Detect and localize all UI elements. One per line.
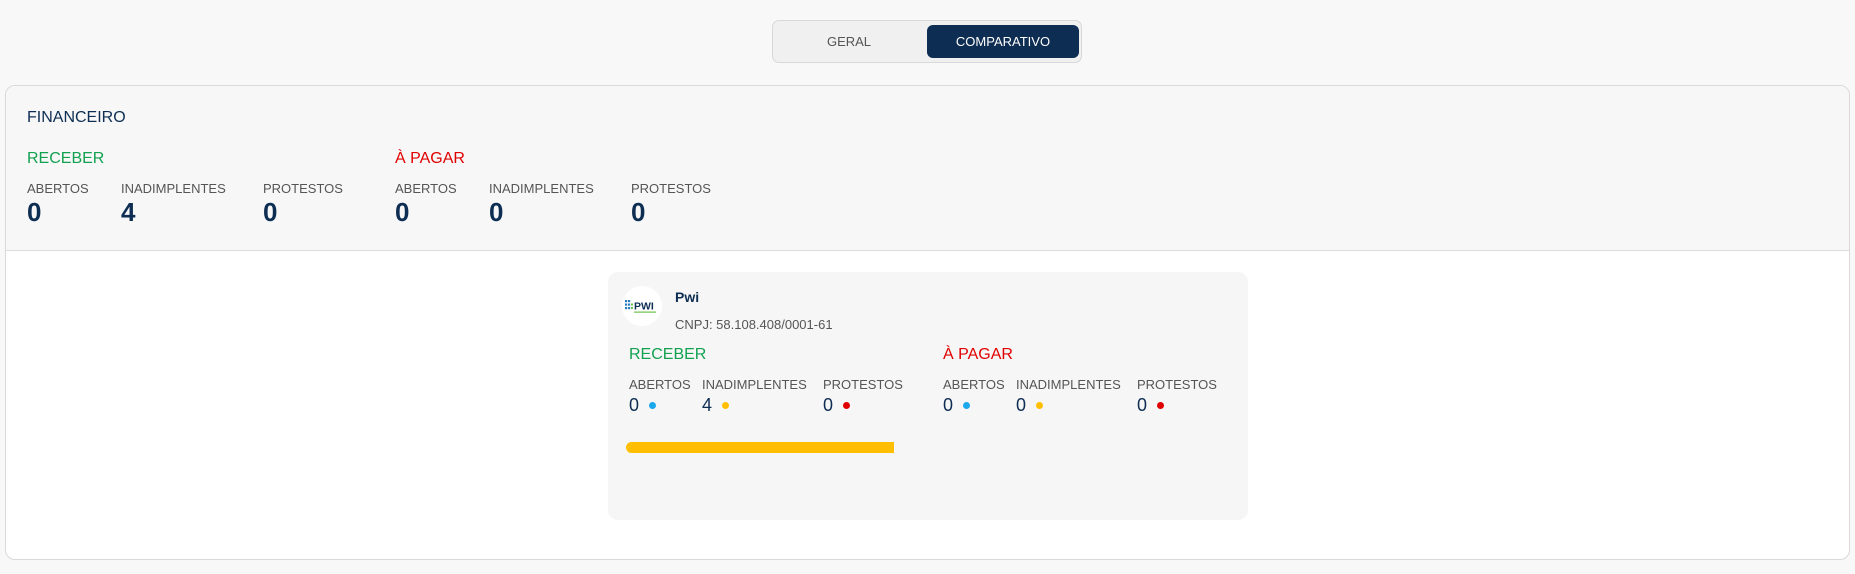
pagar-protestos: PROTESTOS 0 [631, 181, 711, 228]
stat-value: 0 [395, 197, 410, 227]
card-pagar-label: À PAGAR [943, 346, 1013, 363]
stat-value: 4 [121, 197, 136, 227]
pagar-label: À PAGAR [395, 150, 465, 167]
stat-value: 0 [1137, 395, 1148, 415]
receber-label: RECEBER [27, 150, 105, 167]
stat-label: INADIMPLENTES [121, 181, 226, 196]
card-receber-inadimplentes: INADIMPLENTES 4 [702, 377, 807, 416]
tab-geral[interactable]: GERAL [777, 25, 921, 58]
stat-value: 0 [631, 197, 646, 227]
receber-progress-fill [626, 442, 894, 453]
stat-label: ABERTOS [395, 181, 457, 196]
stat-value: 4 [702, 395, 713, 415]
view-toggle: GERAL COMPARATIVO [772, 20, 1082, 63]
protestos-dot-icon [1157, 402, 1165, 409]
stat-label: PROTESTOS [631, 181, 711, 196]
stat-label: PROTESTOS [263, 181, 343, 196]
stat-label: INADIMPLENTES [1016, 377, 1121, 392]
stat-value: 0 [1016, 395, 1027, 415]
company-logo: PWI [622, 286, 662, 326]
financeiro-summary: FINANCEIRO RECEBER ABERTOS 0 INADIMPLENT… [6, 86, 1849, 251]
tab-comparativo[interactable]: COMPARATIVO [927, 25, 1079, 58]
card-receber-protestos: PROTESTOS 0 [823, 377, 903, 416]
stat-label: INADIMPLENTES [702, 377, 807, 392]
pwi-logo-icon: PWI [625, 300, 656, 313]
stat-value: 0 [629, 395, 640, 415]
protestos-dot-icon [843, 402, 851, 409]
stat-label: ABERTOS [943, 377, 1005, 392]
receber-protestos: PROTESTOS 0 [263, 181, 343, 228]
abertos-dot-icon [649, 402, 657, 409]
stat-value: 0 [489, 197, 504, 227]
abertos-dot-icon [963, 402, 971, 409]
section-title: FINANCEIRO [27, 109, 126, 126]
inadimplentes-dot-icon [1036, 402, 1044, 409]
pagar-abertos: ABERTOS 0 [395, 181, 457, 228]
stat-label: ABERTOS [27, 181, 89, 196]
stat-label: PROTESTOS [1137, 377, 1217, 392]
stat-value: 0 [823, 395, 834, 415]
receber-inadimplentes: INADIMPLENTES 4 [121, 181, 226, 228]
company-cnpj: CNPJ: 58.108.408/0001-61 [675, 317, 833, 332]
card-receber-label: RECEBER [629, 346, 707, 363]
inadimplentes-dot-icon [722, 402, 730, 409]
financeiro-panel: FINANCEIRO RECEBER ABERTOS 0 INADIMPLENT… [5, 85, 1850, 560]
stat-label: ABERTOS [629, 377, 691, 392]
receber-abertos: ABERTOS 0 [27, 181, 89, 228]
receber-progress-bar [626, 442, 894, 453]
pagar-inadimplentes: INADIMPLENTES 0 [489, 181, 594, 228]
company-name: Pwi [675, 289, 700, 305]
card-pagar-protestos: PROTESTOS 0 [1137, 377, 1217, 416]
stat-value: 0 [943, 395, 954, 415]
card-pagar-abertos: ABERTOS 0 [943, 377, 1005, 416]
stat-value: 0 [263, 197, 278, 227]
card-pagar-inadimplentes: INADIMPLENTES 0 [1016, 377, 1121, 416]
card-receber-abertos: ABERTOS 0 [629, 377, 691, 416]
company-card[interactable]: PWI Pwi CNPJ: 58.108.408/0001-61 RECEBER… [608, 272, 1248, 520]
stat-value: 0 [27, 197, 42, 227]
stat-label: INADIMPLENTES [489, 181, 594, 196]
logo-text: PWI [634, 301, 654, 313]
stat-label: PROTESTOS [823, 377, 903, 392]
